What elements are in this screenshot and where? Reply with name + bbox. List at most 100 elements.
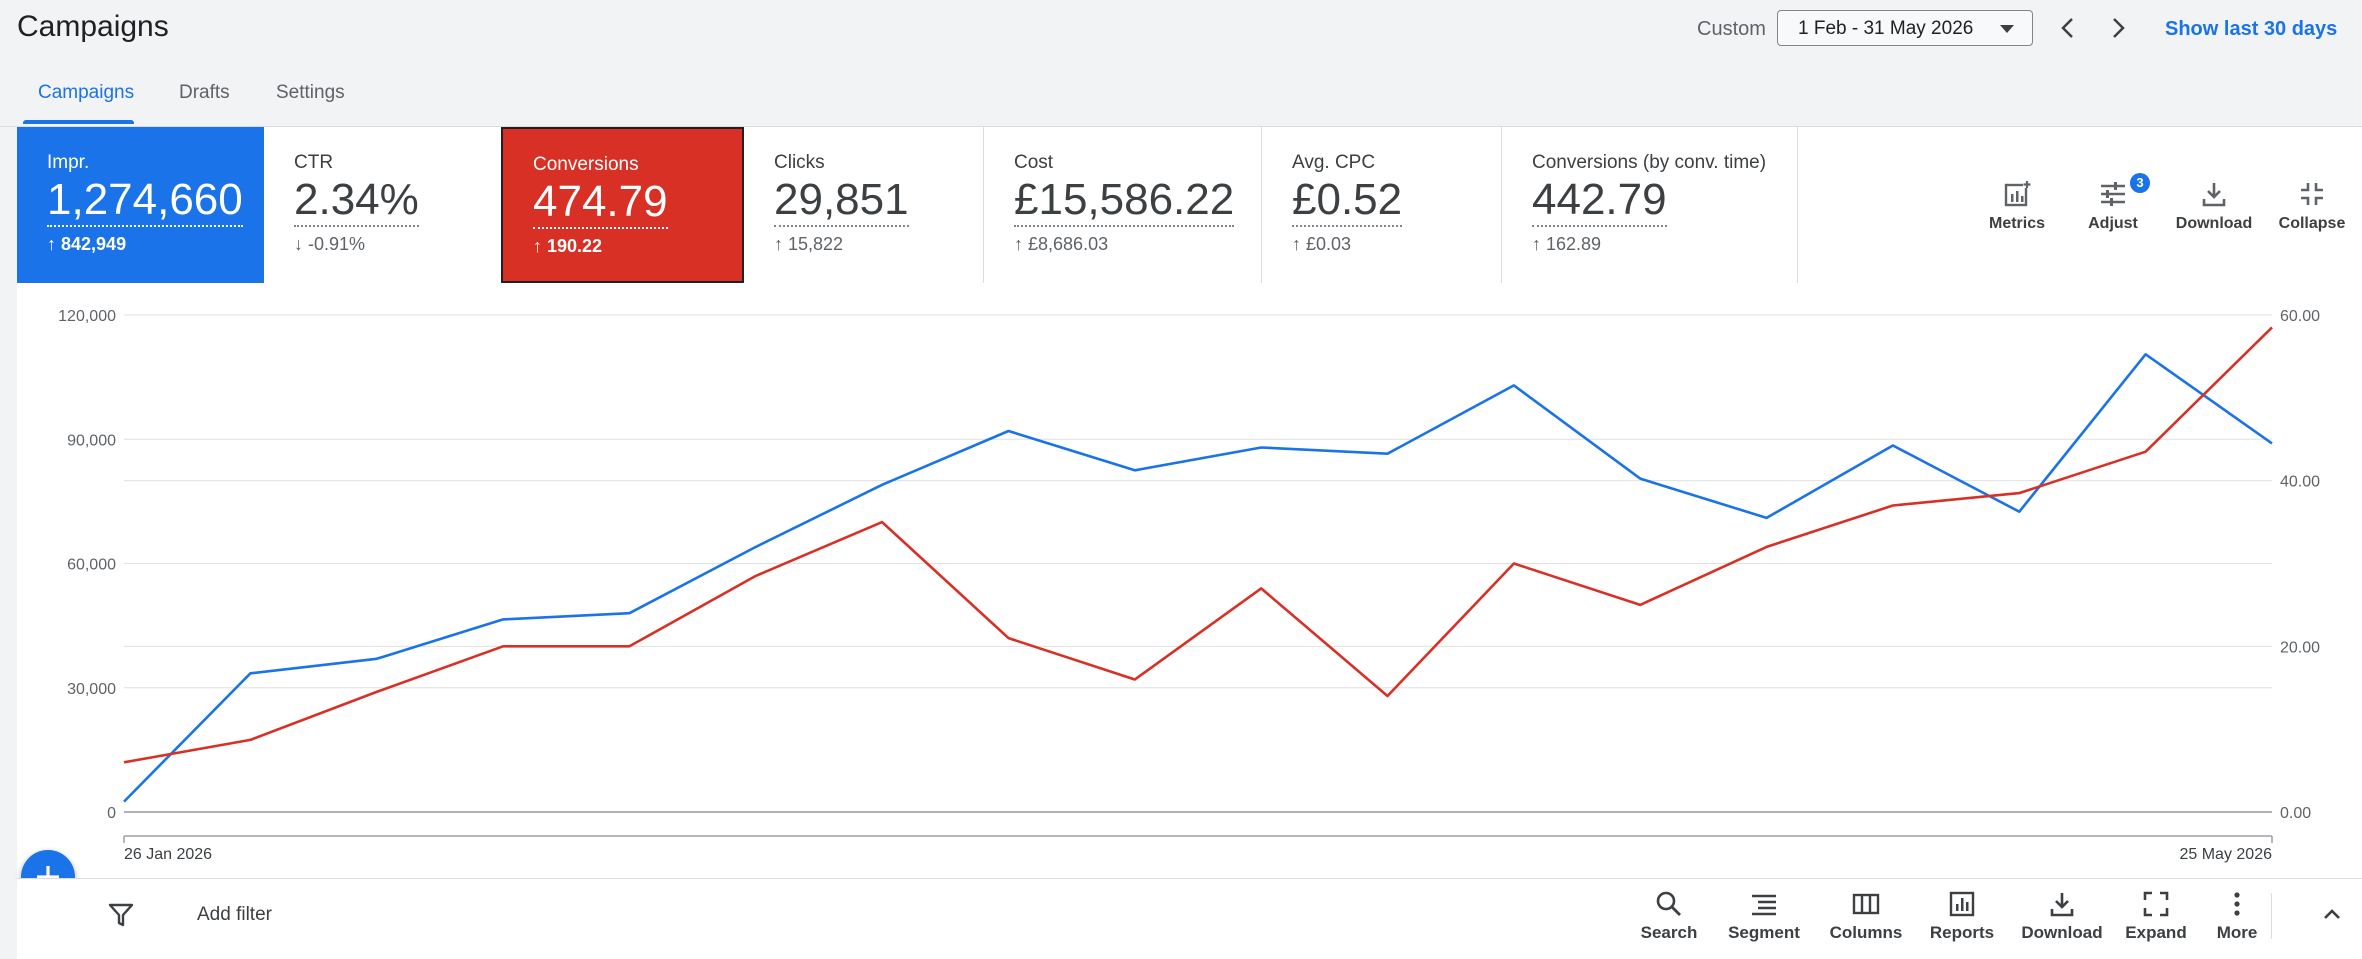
- y-right-tick-label: 60.00: [2280, 308, 2320, 325]
- y-right-tick-label: 0.00: [2280, 805, 2311, 822]
- more-vert-icon: [2234, 892, 2240, 916]
- metric-card-conversions-by-conv-time[interactable]: Conversions (by conv. time) 442.79 ↑ 162…: [1502, 127, 1798, 283]
- download-icon: [2202, 183, 2226, 207]
- y-left-tick-label: 120,000: [58, 308, 116, 325]
- x-start-label: 26 Jan 2026: [124, 846, 212, 863]
- y-left-tick-label: 30,000: [67, 681, 116, 698]
- metric-value: 474.79: [533, 177, 668, 229]
- chart-svg: 0 30,000 60,000 90,000 120,000 0.00 20.00 40.00…: [58, 308, 2320, 863]
- collapse-label: Collapse: [2278, 215, 2346, 232]
- collapse-icon: [2301, 183, 2323, 205]
- metric-delta: ↑ £0.03: [1292, 234, 1352, 254]
- more-label: More: [2216, 923, 2258, 942]
- impressions-series-line: [123, 353, 2273, 803]
- date-range-value: 1 Feb - 31 May 2026: [1798, 18, 1974, 39]
- metric-label: Cost: [1014, 152, 1054, 173]
- segment-label: Segment: [1728, 923, 1800, 942]
- page-title: Campaigns: [17, 10, 169, 43]
- chevron-right-icon: [2113, 18, 2125, 38]
- adjust-count-badge: 3: [2130, 173, 2150, 193]
- metric-delta: ↑ 842,949: [47, 234, 127, 254]
- columns-button[interactable]: Columns: [1826, 889, 1906, 943]
- download-label: Download: [2175, 215, 2253, 232]
- search-icon: [1656, 891, 1681, 916]
- metrics-button[interactable]: Metrics: [1972, 179, 2062, 233]
- collapse-button[interactable]: Collapse: [2262, 179, 2362, 233]
- metrics-icon: [2004, 180, 2031, 207]
- metric-value: 1,274,660: [47, 175, 243, 227]
- previous-period-button[interactable]: [2053, 12, 2083, 44]
- metric-value: 2.34%: [294, 175, 419, 227]
- tab-drafts[interactable]: Drafts: [179, 82, 230, 104]
- filter-icon: [108, 903, 134, 927]
- metric-label: Impr.: [47, 152, 90, 173]
- divider: [2271, 893, 2272, 939]
- y-left-tick-label: 90,000: [67, 432, 116, 449]
- metric-card-ctr[interactable]: CTR 2.34% ↓ -0.91%: [264, 127, 518, 283]
- chevron-left-icon: [2061, 18, 2073, 38]
- metric-delta: ↑ 15,822: [774, 234, 844, 254]
- metric-value: 442.79: [1532, 175, 1667, 227]
- metric-label: CTR: [294, 152, 334, 173]
- metric-value: £0.52: [1292, 175, 1403, 227]
- tune-icon: [2101, 182, 2125, 206]
- conversions-series-line: [123, 326, 2273, 764]
- metric-delta: ↑ £8,686.03: [1014, 234, 1109, 254]
- more-button[interactable]: More: [2207, 889, 2267, 943]
- adjust-label: Adjust: [2088, 215, 2138, 232]
- metric-label: Clicks: [774, 152, 825, 173]
- metric-card-clicks[interactable]: Clicks 29,851 ↑ 15,822: [744, 127, 984, 283]
- filter-toolbar: Add filter Search Segment Columns Report…: [17, 878, 2362, 959]
- metric-delta: ↓ -0.91%: [294, 234, 366, 254]
- show-last-30-days-link[interactable]: Show last 30 days: [2165, 18, 2337, 41]
- tab-bar: Campaigns Drafts Settings: [0, 60, 2362, 126]
- metric-label: Conversions (by conv. time): [1532, 152, 1767, 173]
- metric-label: Conversions: [533, 154, 639, 175]
- segment-button[interactable]: Segment: [1720, 889, 1808, 943]
- active-tab-indicator: [23, 120, 134, 124]
- expand-icon: [2143, 891, 2169, 917]
- metric-label: Avg. CPC: [1292, 152, 1376, 173]
- metric-card-cost[interactable]: Cost £15,586.22 ↑ £8,686.03: [984, 127, 1262, 283]
- expand-label: Expand: [2125, 923, 2187, 942]
- metric-value: £15,586.22: [1014, 175, 1235, 227]
- columns-icon: [1852, 893, 1880, 915]
- columns-label: Columns: [1829, 923, 1903, 942]
- filter-button[interactable]: [107, 901, 135, 934]
- adjust-button[interactable]: Adjust 3: [2070, 173, 2156, 233]
- download-button[interactable]: Download: [2167, 179, 2261, 233]
- download-icon: [2050, 893, 2074, 917]
- y-right-tick-label: 20.00: [2280, 639, 2320, 656]
- metric-card-avg-cpc[interactable]: Avg. CPC £0.52 ↑ £0.03: [1262, 127, 1502, 283]
- dropdown-arrow-icon: [2000, 25, 2014, 33]
- download-table-button[interactable]: Download: [2017, 889, 2107, 943]
- chevron-up-icon: [2324, 909, 2340, 919]
- tab-settings[interactable]: Settings: [276, 82, 345, 104]
- metric-card-conversions[interactable]: Conversions 474.79 ↑ 190.22: [501, 127, 744, 283]
- metric-delta: ↑ 190.22: [533, 236, 603, 256]
- add-filter-input[interactable]: Add filter: [197, 904, 272, 926]
- segment-icon: [1752, 894, 1776, 916]
- reports-button[interactable]: Reports: [1922, 889, 2002, 943]
- y-left-tick-label: 60,000: [67, 557, 116, 574]
- y-right-tick-label: 40.00: [2280, 474, 2320, 491]
- y-left-tick-label: 0: [107, 805, 116, 822]
- scorecard-bar: Impr. 1,274,660 ↑ 842,949 CTR 2.34% ↓ -0…: [17, 127, 2362, 283]
- reports-icon: [1949, 891, 1975, 917]
- download-label: Download: [2021, 923, 2103, 942]
- date-range-type-label: Custom: [1697, 18, 1766, 40]
- search-button[interactable]: Search: [1629, 889, 1709, 943]
- metric-delta: ↑ 162.89: [1532, 234, 1602, 254]
- reports-label: Reports: [1929, 923, 1995, 942]
- top-bar: Campaigns Custom 1 Feb - 31 May 2026 Sho…: [0, 0, 2362, 60]
- search-label: Search: [1640, 923, 1698, 942]
- tab-campaigns[interactable]: Campaigns: [38, 82, 134, 104]
- next-period-button[interactable]: [2103, 12, 2133, 44]
- x-end-label: 25 May 2026: [2179, 846, 2272, 863]
- collapse-toolbar-button[interactable]: [2317, 899, 2347, 934]
- metric-card-impressions[interactable]: Impr. 1,274,660 ↑ 842,949: [17, 127, 264, 283]
- date-range-picker[interactable]: 1 Feb - 31 May 2026: [1777, 10, 2033, 46]
- expand-button[interactable]: Expand: [2121, 889, 2191, 943]
- performance-chart: 0 30,000 60,000 90,000 120,000 0.00 20.00 40.00…: [17, 283, 2362, 878]
- metrics-label: Metrics: [1988, 215, 2046, 232]
